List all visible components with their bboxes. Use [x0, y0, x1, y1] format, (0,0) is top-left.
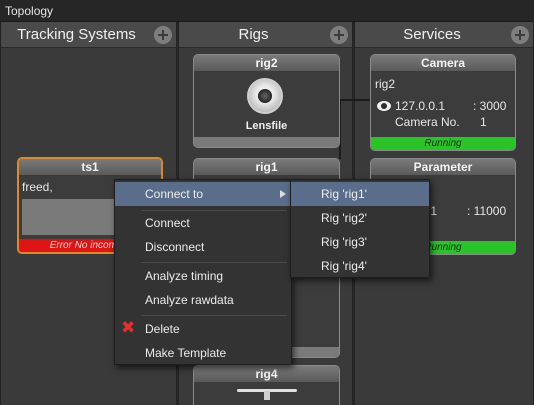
tracking-node-name: freed, [22, 180, 53, 194]
eye-icon [377, 101, 391, 111]
window-titlebar: Topology [0, 0, 534, 22]
submenu-item-rig4[interactable]: Rig 'rig4' [291, 254, 429, 278]
window-title: Topology [5, 4, 54, 18]
menu-item-analyze-timing[interactable]: Analyze timing [115, 264, 291, 288]
rig-node-title: rig4 [194, 366, 339, 382]
submenu-item-rig3[interactable]: Rig 'rig3' [291, 230, 429, 254]
service-status: Running [371, 137, 515, 150]
menu-separator [141, 315, 287, 316]
services-title: Services [403, 26, 461, 43]
service-ip: 127.0.0.1 [395, 99, 446, 113]
menu-item-delete[interactable]: ✖ Delete [115, 317, 291, 341]
menu-item-analyze-rawdata[interactable]: Analyze rawdata [115, 288, 291, 312]
tracking-systems-title: Tracking Systems [17, 26, 136, 43]
menu-item-connect-to[interactable]: Connect to [115, 182, 291, 206]
rig-node-sublabel: Lensfile [245, 120, 288, 132]
context-menu: Connect to Connect Disconnect Analyze ti… [114, 179, 292, 365]
delete-x-icon: ✖ [121, 318, 136, 337]
rig-node-title: rig2 [194, 55, 339, 71]
lens-icon [247, 78, 283, 114]
tracking-systems-header: Tracking Systems [1, 22, 176, 48]
menu-item-disconnect[interactable]: Disconnect [115, 235, 291, 259]
add-service-icon[interactable] [511, 26, 529, 44]
menu-separator [141, 262, 287, 263]
rig-node-rig2[interactable]: rig2 Lensfile [193, 54, 340, 148]
rig-node-rig4[interactable]: rig4 [193, 365, 340, 405]
add-rig-icon[interactable] [330, 26, 348, 44]
submenu-item-rig1[interactable]: Rig 'rig1' [291, 182, 429, 206]
rig-node-title: rig1 [194, 159, 339, 175]
connect-to-submenu: Rig 'rig1' Rig 'rig2' Rig 'rig3' Rig 'ri… [290, 179, 430, 278]
menu-item-make-template[interactable]: Make Template [115, 341, 291, 365]
services-header: Services [355, 22, 533, 48]
service-title: Parameter [371, 159, 515, 175]
camera-number-label: Camera No. [395, 115, 460, 129]
connection-line [339, 99, 371, 101]
service-rig-name: rig2 [375, 77, 396, 91]
camera-number-value: 1 [480, 115, 487, 129]
service-title: Camera [371, 55, 515, 71]
add-tracking-system-icon[interactable] [154, 26, 172, 44]
tracking-node-title: ts1 [19, 159, 161, 175]
submenu-item-rig2[interactable]: Rig 'rig2' [291, 206, 429, 230]
service-node-camera[interactable]: Camera rig2 127.0.0.1 : 3000 Camera No. … [370, 54, 516, 151]
service-port: : 3000 [473, 99, 507, 113]
service-port: : 11000 [467, 204, 507, 218]
submenu-arrow-icon [280, 190, 286, 198]
tripod-icon [237, 386, 297, 400]
menu-item-connect[interactable]: Connect [115, 211, 291, 235]
rigs-title: Rigs [238, 26, 269, 43]
rigs-header: Rigs [179, 22, 352, 48]
